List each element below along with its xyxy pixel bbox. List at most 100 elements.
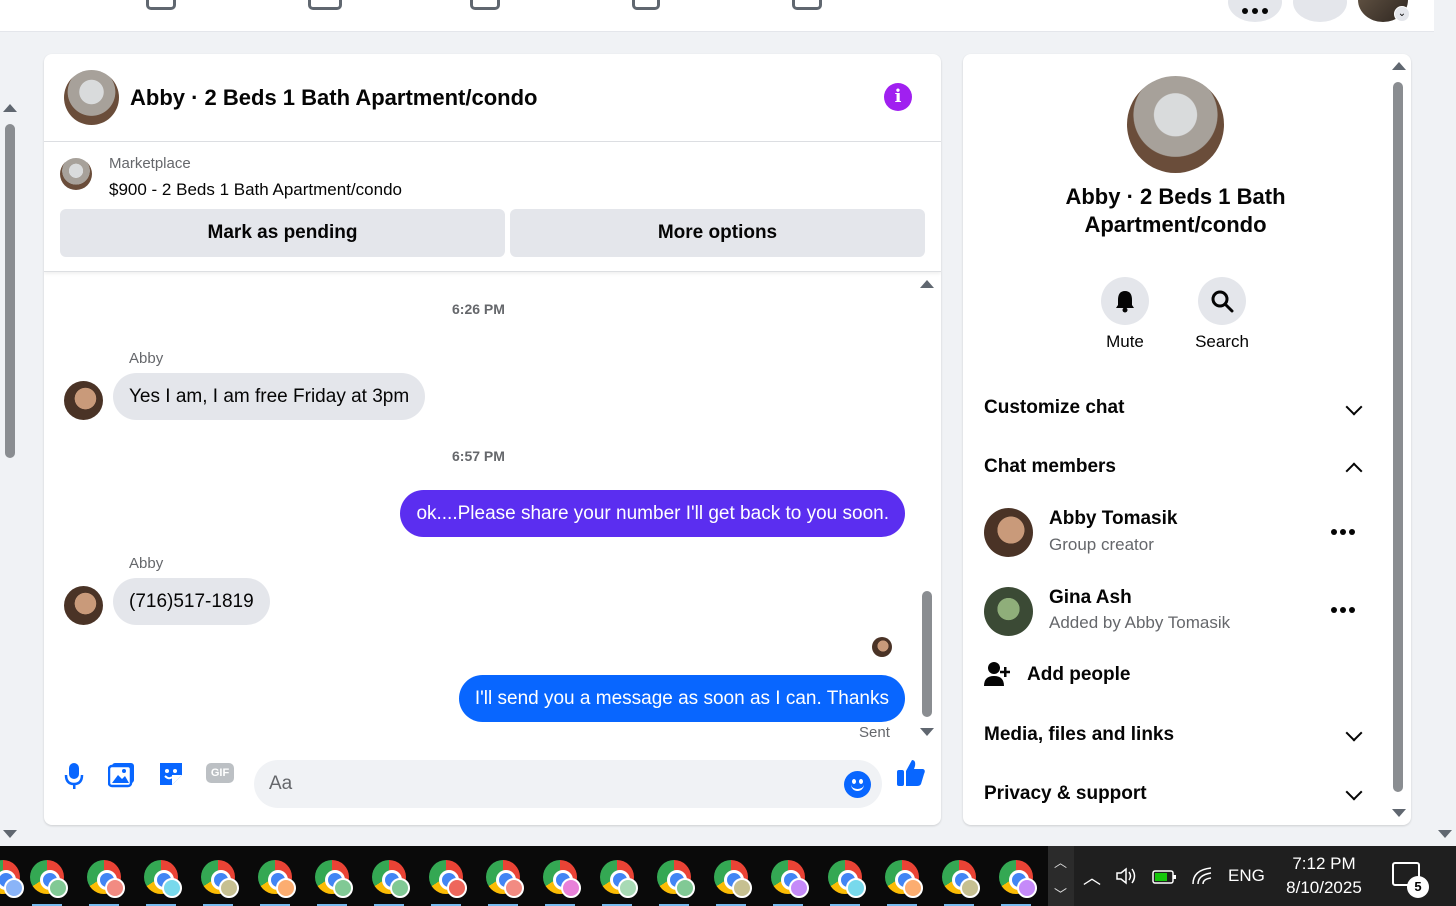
message-input[interactable] (254, 760, 882, 808)
sender-avatar[interactable] (64, 381, 103, 420)
show-hidden-icons[interactable]: ︿ (1083, 864, 1101, 890)
scroll-up-icon[interactable] (3, 104, 17, 112)
notification-count-badge: 5 (1407, 876, 1429, 898)
chat-title[interactable]: Abby · 2 Beds 1 Bath Apartment/condo (130, 85, 537, 111)
chevron-down-icon[interactable] (1345, 783, 1363, 801)
chrome-taskbar-icon[interactable] (543, 860, 581, 906)
chat-members-section[interactable]: Chat members (984, 456, 1116, 478)
member-options-icon[interactable] (1331, 607, 1355, 613)
listing-thumbnail[interactable] (60, 158, 92, 190)
chrome-taskbar-icon[interactable] (999, 860, 1037, 906)
chrome-taskbar-icon[interactable] (30, 860, 68, 906)
marketplace-nav-icon[interactable] (146, 0, 176, 10)
chrome-taskbar-icon[interactable] (771, 860, 809, 906)
incoming-message[interactable]: (716)517-1819 (113, 578, 270, 625)
sticker-icon[interactable] (157, 760, 185, 788)
chat-header: Abby · 2 Beds 1 Bath Apartment/condo i (44, 54, 941, 142)
wifi-icon[interactable] (1191, 866, 1215, 886)
battery-icon[interactable] (1152, 868, 1178, 886)
member-options-icon[interactable] (1331, 529, 1355, 535)
member-avatar[interactable] (984, 508, 1033, 557)
chrome-taskbar-icon[interactable] (600, 860, 638, 906)
sent-status: Sent (859, 724, 890, 741)
microphone-icon[interactable] (64, 762, 84, 790)
sender-avatar[interactable] (64, 586, 103, 625)
info-icon[interactable]: i (884, 83, 912, 111)
notifications-button[interactable] (1293, 0, 1347, 22)
chevron-down-icon[interactable]: ⌄ (1394, 6, 1410, 22)
chrome-taskbar-icon[interactable] (201, 860, 239, 906)
menu-grid-button[interactable] (1228, 0, 1282, 22)
system-clock[interactable]: 7:12 PM 8/10/2025 (1283, 852, 1365, 900)
member-name[interactable]: Abby Tomasik (1049, 508, 1177, 530)
search-label: Search (1195, 332, 1249, 351)
outgoing-message[interactable]: ok....Please share your number I'll get … (400, 490, 905, 537)
groups-nav-icon[interactable] (308, 0, 342, 10)
search-button[interactable] (1198, 277, 1246, 325)
window-scrollbar[interactable] (1434, 0, 1456, 846)
language-indicator[interactable]: ENG (1228, 866, 1265, 886)
bell-icon (1116, 291, 1134, 313)
media-files-links-section[interactable]: Media, files and links (984, 724, 1174, 746)
top-navigation-bar: ⌄ (0, 0, 1434, 32)
panel-scroll-up-icon[interactable] (1392, 62, 1406, 70)
chevron-up-icon[interactable]: ︿ (1054, 852, 1067, 871)
panel-title: Abby · 2 Beds 1 Bath Apartment/condo (1065, 184, 1286, 237)
chrome-taskbar-icon[interactable] (885, 860, 923, 906)
chevron-down-icon[interactable] (1345, 398, 1363, 416)
chrome-taskbar-icon[interactable] (144, 860, 182, 906)
seen-receipt-avatar (872, 637, 892, 657)
watch-nav-icon[interactable] (470, 0, 500, 10)
gaming-nav-icon[interactable] (792, 0, 822, 10)
scrollbar-thumb[interactable] (5, 124, 15, 458)
chrome-taskbar-icon[interactable] (429, 860, 467, 906)
chevron-up-icon[interactable] (1345, 462, 1363, 480)
chrome-taskbar-icon[interactable] (315, 860, 353, 906)
gif-icon[interactable]: GIF (206, 763, 234, 783)
store-nav-icon[interactable] (632, 0, 660, 10)
scroll-down-icon[interactable] (3, 830, 17, 838)
messages-scroll-up-icon[interactable] (920, 280, 934, 288)
chrome-taskbar-icon[interactable] (87, 860, 125, 906)
chat-avatar[interactable] (64, 70, 119, 125)
add-person-icon[interactable] (984, 661, 1012, 687)
panel-scroll-down-icon[interactable] (1392, 809, 1406, 817)
emoji-icon[interactable] (844, 771, 871, 798)
member-avatar[interactable] (984, 587, 1033, 636)
marketplace-label: Marketplace (109, 155, 191, 172)
incoming-message[interactable]: Yes I am, I am free Friday at 3pm (113, 373, 426, 420)
group-avatar[interactable] (1127, 76, 1224, 173)
mute-label: Mute (1106, 332, 1144, 351)
outgoing-message[interactable]: I'll send you a message as soon as I can… (458, 675, 905, 722)
chrome-taskbar-icon[interactable] (657, 860, 695, 906)
volume-icon[interactable] (1115, 866, 1139, 886)
photo-icon[interactable] (108, 760, 136, 788)
mark-pending-button[interactable]: Mark as pending (60, 209, 505, 257)
privacy-support-section[interactable]: Privacy & support (984, 783, 1147, 805)
chevron-down-icon[interactable]: ﹀ (1054, 884, 1067, 903)
listing-title[interactable]: $900 - 2 Beds 1 Bath Apartment/condo (109, 180, 402, 200)
chevron-down-icon[interactable] (1345, 724, 1363, 742)
chrome-taskbar-icon[interactable] (372, 860, 410, 906)
taskbar-overflow-scroll[interactable]: ︿ ﹀ (1048, 846, 1074, 906)
message-composer: GIF (44, 742, 941, 825)
member-role: Added by Abby Tomasik (1049, 613, 1231, 632)
more-options-button[interactable]: More options (510, 209, 925, 257)
customize-chat-section[interactable]: Customize chat (984, 397, 1124, 419)
chrome-taskbar-icon[interactable] (0, 860, 24, 898)
thumbs-up-icon[interactable] (895, 757, 927, 789)
chrome-taskbar-icon[interactable] (258, 860, 296, 906)
page-scrollbar[interactable] (0, 32, 20, 846)
search-icon (1211, 290, 1234, 313)
chrome-taskbar-icon[interactable] (942, 860, 980, 906)
member-name[interactable]: Gina Ash (1049, 587, 1132, 609)
messages-scrollbar-thumb[interactable] (922, 591, 932, 717)
chrome-taskbar-icon[interactable] (714, 860, 752, 906)
chrome-taskbar-icon[interactable] (828, 860, 866, 906)
panel-scrollbar-thumb[interactable] (1393, 82, 1403, 792)
mute-button[interactable] (1101, 277, 1149, 325)
chrome-taskbar-icon[interactable] (486, 860, 524, 906)
messages-scroll-down-icon[interactable] (920, 728, 934, 736)
add-people-button[interactable]: Add people (1027, 664, 1130, 686)
scroll-down-icon[interactable] (1438, 830, 1452, 838)
